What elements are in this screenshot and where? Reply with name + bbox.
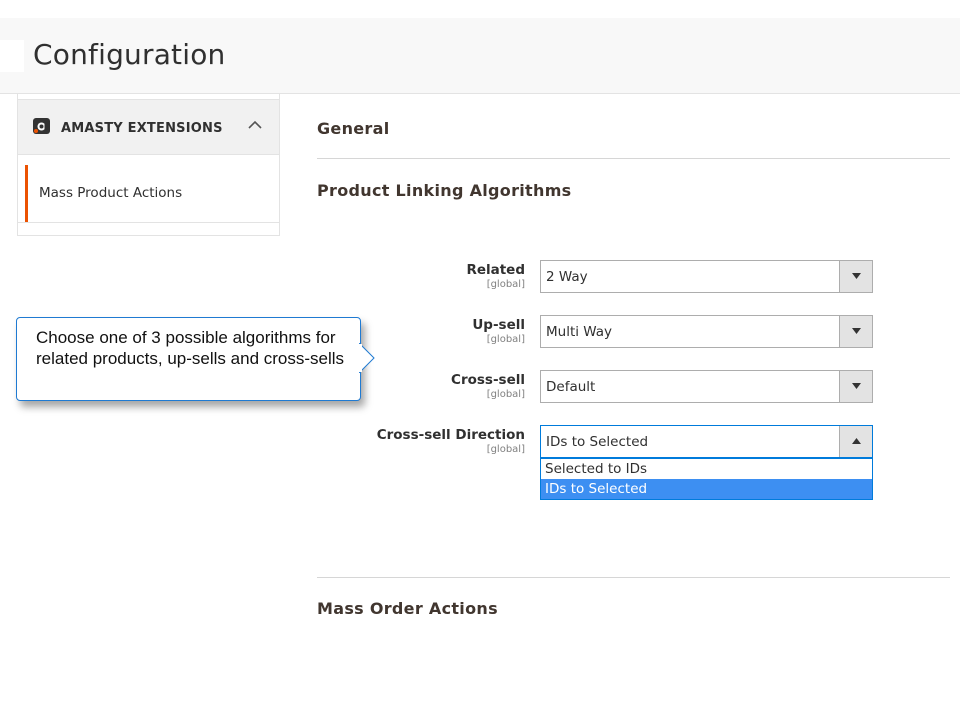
tooltip-callout: Choose one of 3 possible algorithms for … (16, 317, 361, 401)
select-value: IDs to Selected (546, 434, 649, 450)
page: Configuration AMASTY EXTENSIONS Mass Pro… (0, 0, 960, 704)
section-general-title[interactable]: General (317, 119, 390, 138)
triangle-down-icon (852, 328, 861, 334)
select-arrow[interactable] (839, 261, 872, 292)
sidebar-item-mass-product-actions[interactable]: Mass Product Actions (25, 165, 279, 222)
dropdown-option-ids-to-selected[interactable]: IDs to Selected (541, 479, 872, 499)
sidebar-item-label: Mass Product Actions (39, 185, 183, 201)
section-linking-title[interactable]: Product Linking Algorithms (317, 181, 572, 200)
amasty-logo-icon (33, 118, 50, 134)
crosssell-select[interactable]: Default (540, 370, 873, 403)
select-value: Multi Way (546, 324, 613, 340)
select-arrow[interactable] (839, 426, 872, 457)
sidebar-section-amasty[interactable]: AMASTY EXTENSIONS (18, 99, 279, 155)
field-scope: [global] (486, 444, 525, 455)
triangle-down-icon (852, 273, 861, 279)
page-header: Configuration (0, 18, 960, 94)
select-arrow[interactable] (839, 371, 872, 402)
upsell-select[interactable]: Multi Way (540, 315, 873, 348)
sidebar-divider (18, 222, 279, 223)
callout-text: Choose one of 3 possible algorithms for … (36, 328, 345, 368)
callout-tail (359, 343, 375, 373)
related-select[interactable]: 2 Way (540, 260, 873, 293)
config-sidebar: AMASTY EXTENSIONS Mass Product Actions (17, 94, 280, 236)
page-title: Configuration (33, 38, 226, 71)
section-divider (317, 158, 950, 159)
triangle-up-icon (852, 438, 861, 444)
select-value: Default (546, 379, 596, 395)
field-label-text: Cross-sell Direction (376, 427, 525, 443)
field-scope: [global] (486, 279, 525, 290)
field-label-related: Related [global] (295, 262, 525, 290)
select-arrow[interactable] (839, 316, 872, 347)
dropdown-option-selected-to-ids[interactable]: Selected to IDs (541, 459, 872, 479)
select-value: 2 Way (546, 269, 588, 285)
crosssell-direction-dropdown: Selected to IDs IDs to Selected (540, 458, 873, 500)
section-mass-order-title[interactable]: Mass Order Actions (317, 599, 498, 618)
crosssell-direction-select[interactable]: IDs to Selected (540, 425, 873, 458)
triangle-down-icon (852, 383, 861, 389)
chevron-up-icon[interactable] (248, 120, 262, 130)
field-label-crosssell-direction: Cross-sell Direction [global] (295, 427, 525, 455)
header-logo-placeholder (0, 40, 24, 72)
sidebar-section-label: AMASTY EXTENSIONS (61, 121, 223, 136)
section-divider (317, 577, 950, 578)
field-label-text: Related (466, 262, 525, 278)
